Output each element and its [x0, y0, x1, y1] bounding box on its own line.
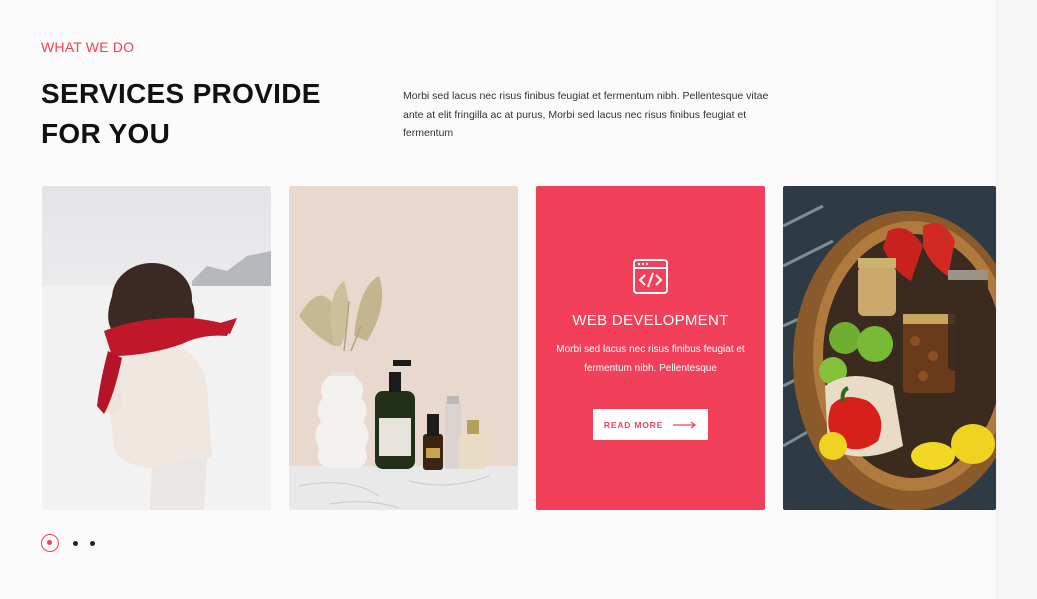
- section-eyebrow: WHAT WE DO: [41, 39, 135, 55]
- read-more-label: READ MORE: [603, 419, 664, 430]
- service-card-web-development[interactable]: WEB DEVELOPMENT Morbi sed lacus nec risu…: [536, 186, 765, 510]
- service-card-image-1[interactable]: [42, 186, 271, 510]
- vase-cosmetics-image: [289, 186, 518, 510]
- service-description: Morbi sed lacus nec risus finibus feugia…: [556, 344, 745, 374]
- carousel-dot[interactable]: [73, 541, 78, 546]
- carousel-dot-active[interactable]: [41, 534, 59, 552]
- page-edge: [996, 0, 1037, 599]
- woman-red-scarf-image: [42, 186, 271, 510]
- section-title-line-2: FOR YOU: [41, 118, 171, 149]
- section-title-line-1: SERVICES PROVIDE: [41, 78, 321, 109]
- arrow-right-icon: [673, 420, 697, 429]
- wicker-basket-image: [783, 186, 996, 510]
- service-card-image-4[interactable]: [783, 186, 996, 510]
- section-title: SERVICES PROVIDE FOR YOU: [41, 74, 361, 154]
- service-title: WEB DEVELOPMENT: [572, 312, 729, 329]
- section-intro: Morbi sed lacus nec risus finibus feugia…: [403, 90, 769, 139]
- service-card-image-2[interactable]: [289, 186, 518, 510]
- code-window-icon: [633, 259, 668, 294]
- read-more-button[interactable]: READ MORE: [593, 409, 708, 440]
- carousel-dot[interactable]: [90, 541, 95, 546]
